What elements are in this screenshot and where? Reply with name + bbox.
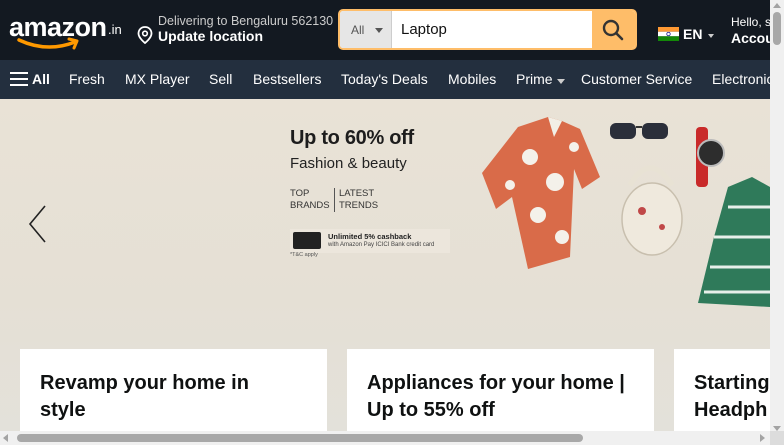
nav-item-electronics[interactable]: Electronic bbox=[712, 71, 770, 87]
india-flag-icon bbox=[658, 27, 679, 41]
fashion-products-image bbox=[482, 117, 770, 307]
promo-subheadline: Fashion & beauty bbox=[290, 155, 407, 172]
cashback-subtitle: with Amazon Pay ICICI Bank credit card bbox=[328, 242, 435, 248]
hamburger-icon bbox=[10, 72, 28, 86]
search-input[interactable] bbox=[393, 11, 593, 48]
vertical-scrollbar[interactable] bbox=[770, 0, 784, 445]
credit-card-icon bbox=[293, 232, 321, 249]
nav-item-fresh[interactable]: Fresh bbox=[69, 71, 105, 87]
top-header: amazon .in Delivering to Bengaluru 56213… bbox=[0, 0, 771, 60]
watch-image bbox=[696, 127, 725, 187]
main-nav: All Fresh MX Player Sell Bestsellers Tod… bbox=[0, 60, 770, 99]
sunglasses-image bbox=[610, 123, 668, 139]
handbag-image bbox=[621, 165, 683, 256]
amazon-logo[interactable]: amazon .in bbox=[9, 12, 124, 54]
scroll-right-icon[interactable] bbox=[760, 434, 765, 442]
language-selector[interactable]: EN bbox=[658, 24, 718, 44]
promo-card-appliances[interactable]: Appliances for your home | Up to 55% off bbox=[347, 349, 654, 439]
horizontal-scroll-thumb[interactable] bbox=[17, 434, 583, 442]
tag-top-brands: TOP BRANDS bbox=[290, 188, 330, 211]
all-menu-label: All bbox=[32, 71, 50, 87]
nav-item-bestsellers[interactable]: Bestsellers bbox=[253, 71, 321, 87]
shirt-image bbox=[482, 117, 600, 269]
chevron-down-icon bbox=[375, 28, 383, 33]
tag-divider bbox=[334, 188, 335, 212]
logo-tld: .in bbox=[108, 22, 122, 37]
cashback-title: Unlimited 5% cashback bbox=[328, 232, 412, 241]
card-title: Starting Headph bbox=[694, 372, 770, 421]
vertical-scroll-thumb[interactable] bbox=[773, 12, 781, 45]
logo-smile-icon bbox=[17, 37, 79, 50]
chevron-down-icon bbox=[557, 79, 565, 84]
nav-item-customer-service[interactable]: Customer Service bbox=[581, 71, 692, 87]
language-code: EN bbox=[683, 26, 703, 42]
scrollbar-corner bbox=[770, 431, 784, 445]
search-category-dropdown[interactable]: All bbox=[340, 11, 392, 48]
nav-item-prime[interactable]: Prime bbox=[516, 71, 553, 87]
promo-card-home[interactable]: Revamp your home in style bbox=[20, 349, 327, 439]
nav-item-sell[interactable]: Sell bbox=[209, 71, 232, 87]
promo-headline: Up to 60% off bbox=[290, 127, 414, 149]
account-greeting: Hello, s bbox=[731, 15, 771, 29]
promo-fine-print: *T&C apply bbox=[290, 252, 318, 258]
account-label: Accou bbox=[731, 30, 771, 46]
scroll-left-icon[interactable] bbox=[3, 434, 8, 442]
update-location-link: Update location bbox=[158, 28, 264, 44]
card-title: Revamp your home in style bbox=[40, 372, 249, 421]
dress-image bbox=[698, 177, 770, 307]
search-bar: All bbox=[338, 9, 637, 50]
nav-item-mobiles[interactable]: Mobiles bbox=[448, 71, 496, 87]
card-title: Appliances for your home | Up to 55% off bbox=[367, 372, 625, 421]
scroll-up-icon[interactable] bbox=[773, 3, 781, 8]
delivery-address: Delivering to Bengaluru 562130 bbox=[158, 14, 334, 28]
chevron-down-icon bbox=[708, 34, 714, 38]
account-menu[interactable]: Hello, s Accou bbox=[731, 14, 771, 48]
carousel-prev-icon[interactable] bbox=[27, 204, 49, 244]
search-icon bbox=[602, 19, 624, 41]
location-pin-icon bbox=[137, 26, 153, 44]
nav-item-mx-player[interactable]: MX Player bbox=[125, 71, 190, 87]
cashback-offer: Unlimited 5% cashback with Amazon Pay IC… bbox=[290, 229, 450, 253]
search-button[interactable] bbox=[592, 11, 635, 48]
promo-card-headphones[interactable]: Starting Headph bbox=[674, 349, 770, 439]
nav-item-todays-deals[interactable]: Today's Deals bbox=[341, 71, 428, 87]
horizontal-scrollbar[interactable] bbox=[0, 431, 770, 445]
tag-latest-trends: LATEST TRENDS bbox=[339, 188, 379, 211]
search-category-label: All bbox=[351, 23, 365, 37]
delivery-location[interactable]: Delivering to Bengaluru 562130 Update lo… bbox=[137, 13, 334, 49]
